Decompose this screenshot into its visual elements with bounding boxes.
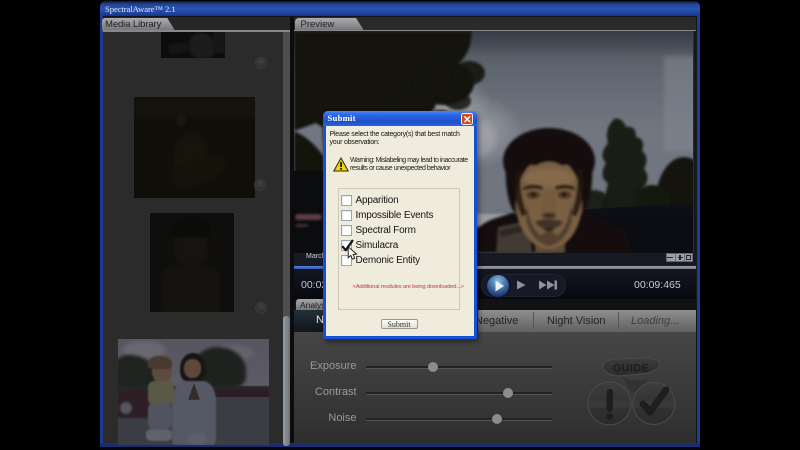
svg-text:GUIDE: GUIDE: [613, 363, 649, 375]
